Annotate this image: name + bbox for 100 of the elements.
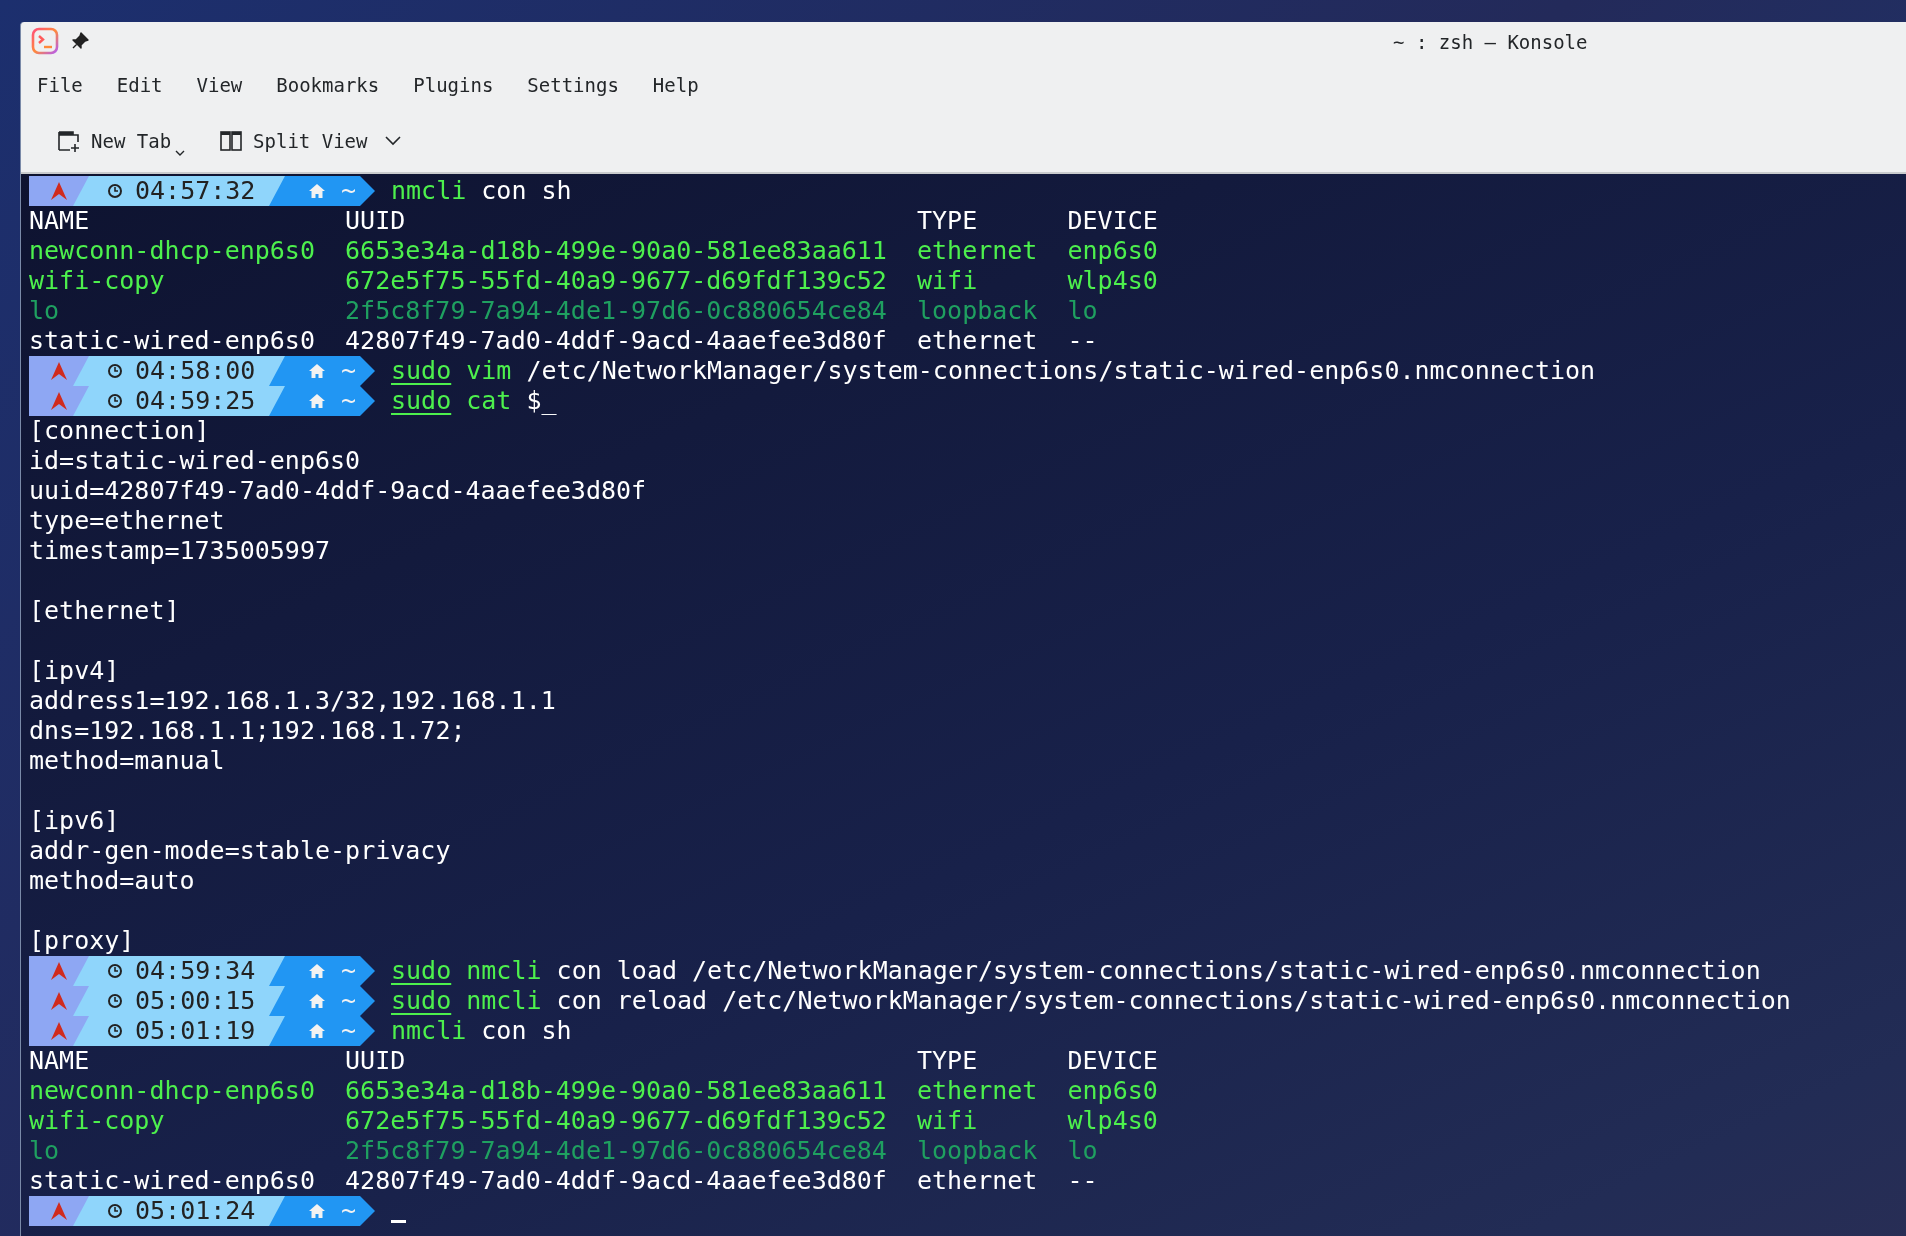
menu-item[interactable]: Settings [527,74,619,96]
table-cell: loopback [917,296,1038,325]
prompt-directory: ~ [341,356,357,386]
table-cell: -- [1067,326,1098,355]
menu-item[interactable]: Bookmarks [276,74,380,96]
home-icon [309,394,325,408]
table-cell: TYPE [917,1046,978,1075]
command-text: nmcli [391,176,467,206]
table-cell: lo [29,296,60,325]
command-text: con sh [481,176,572,206]
output-text: [ethernet] [29,596,180,626]
arch-logo-icon [51,362,67,380]
arch-logo-icon [51,992,67,1010]
prompt-time: 04:57:32 [135,176,256,206]
prompt-directory: ~ [341,956,357,986]
menu-item[interactable]: View [196,74,243,96]
prompt-time: 05:01:19 [135,1016,256,1046]
command-text: vim [466,356,512,386]
menu-item[interactable]: Help [652,74,699,96]
arch-logo-icon [51,392,67,410]
command-text: sudo [391,956,452,986]
table-cell: DEVICE [1067,1046,1158,1075]
table-cell: wlp4s0 [1067,1106,1158,1135]
prompt-time: 05:01:24 [135,1196,256,1226]
command-text: con sh [481,1016,572,1046]
command-text: sudo [391,986,452,1016]
table-cell: 42807f49-7ad0-4ddf-9acd-4aaefee3d80f [345,326,887,355]
command-text: $_ [526,386,557,416]
command-text: con reload /etc/NetworkManager/system-connections/static-wired-enp6s0.nmconnection [556,986,1791,1016]
menu-item[interactable]: Edit [116,74,163,96]
table-cell: 6653e34a-d18b-499e-90a0-581ee83aa611 [345,1076,887,1105]
arch-logo-icon [51,962,67,980]
table-cell: wlp4s0 [1067,266,1158,295]
prompt-time: 04:58:00 [135,356,256,386]
chevron-down-icon[interactable] [385,136,402,146]
table-cell: lo [29,1136,60,1165]
output-text: [ipv6] [29,806,120,836]
output-text: type=ethernet [29,506,225,536]
menu-item[interactable]: File [37,74,83,96]
home-icon [309,964,325,978]
arch-logo-icon [51,1202,67,1220]
prompt-time: 05:00:15 [135,986,256,1016]
command-text: nmcli [391,1016,467,1046]
table-cell: 672e5f75-55fd-40a9-9677-d69fdf139c52 [345,266,887,295]
arch-logo-icon [51,1022,67,1040]
table-cell: wifi [917,1106,978,1135]
caret-icon[interactable] [175,150,186,156]
command-text: /etc/NetworkManager/system-connections/static-wired-enp6s0.nmconnection [526,356,1596,386]
prompt-time: 04:59:34 [135,956,256,986]
clock-icon [107,393,123,409]
home-icon [309,1204,325,1218]
prompt-directory: ~ [341,176,357,206]
toolbar-button[interactable]: New Tab [53,125,176,157]
table-cell: 2f5c8f79-7a94-4de1-97d6-0c880654ce84 [345,1136,887,1165]
command-text: nmcli [466,956,542,986]
home-icon [309,994,325,1008]
window-title: ~ : zsh — Konsole [1393,31,1588,53]
command-text: con load /etc/NetworkManager/system-connections/static-wired-enp6s0.nmconnection [556,956,1761,986]
table-cell: lo [1067,296,1098,325]
output-text: [proxy] [29,926,135,956]
new-tab-icon [57,129,81,153]
output-text: timestamp=1735005997 [29,536,331,566]
table-cell: newconn-dhcp-enp6s0 [29,1076,315,1105]
prompt-directory: ~ [341,986,357,1016]
table-cell: enp6s0 [1067,236,1158,265]
command-text: sudo [391,356,452,386]
pin-icon[interactable] [71,32,89,50]
home-icon [309,1024,325,1038]
prompt-directory: ~ [341,1016,357,1046]
table-cell: ethernet [917,1076,1038,1105]
output-text: [connection] [29,416,210,446]
output-text: address1=192.168.1.3/32,192.168.1.1 [29,686,556,716]
output-text: uuid=42807f49-7ad0-4ddf-9acd-4aaefee3d80f [29,476,647,506]
output-text: dns=192.168.1.1;192.168.1.72; [29,716,466,746]
home-icon [309,184,325,198]
terminal-app-icon[interactable] [31,27,59,55]
table-cell: wifi-copy [29,1106,165,1135]
output-text: addr-gen-mode=stable-privacy [29,836,451,866]
table-cell: 2f5c8f79-7a94-4de1-97d6-0c880654ce84 [345,296,887,325]
table-cell: static-wired-enp6s0 [29,1166,315,1195]
table-cell: ethernet [917,326,1038,355]
table-cell: static-wired-enp6s0 [29,326,315,355]
toolbar-button[interactable]: Split View [215,125,372,157]
menu-item[interactable]: Plugins [413,74,494,96]
output-text: method=auto [29,866,195,896]
clock-icon [107,183,123,199]
command-text: nmcli [466,986,542,1016]
table-cell: 6653e34a-d18b-499e-90a0-581ee83aa611 [345,236,887,265]
prompt-directory: ~ [341,1196,357,1226]
table-cell: 42807f49-7ad0-4ddf-9acd-4aaefee3d80f [345,1166,887,1195]
table-cell: 672e5f75-55fd-40a9-9677-d69fdf139c52 [345,1106,887,1135]
table-cell: NAME [29,206,90,235]
output-text: id=static-wired-enp6s0 [29,446,361,476]
clock-icon [107,363,123,379]
table-cell: DEVICE [1067,206,1158,235]
prompt-directory: ~ [341,386,357,416]
clock-icon [107,1023,123,1039]
command-text: sudo [391,386,452,416]
table-cell: loopback [917,1136,1038,1165]
clock-icon [107,963,123,979]
